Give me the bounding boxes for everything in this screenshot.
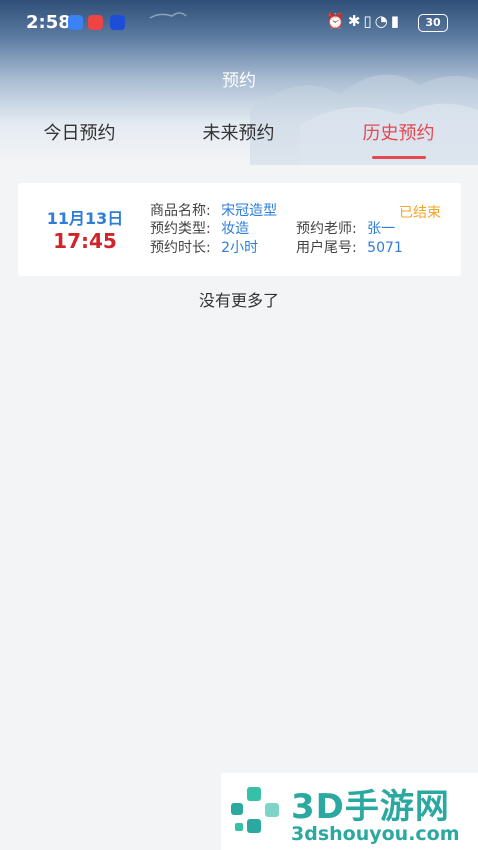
nav-app-icon (110, 15, 125, 30)
tab-history[interactable]: 历史预约 (319, 118, 478, 158)
teacher-value: 张一 (367, 221, 396, 237)
teacher-row: 预约老师: 张一 (296, 221, 395, 238)
tab-today[interactable]: 今日预约 (0, 118, 159, 158)
product-value: 宋冠造型 (221, 203, 278, 219)
type-value: 妆造 (221, 221, 250, 237)
watermark-text: 3D手游网 (291, 787, 450, 827)
status-bar: 2:58 ⏰✱▯◔▮ 30 (0, 0, 478, 46)
message-app-icon (68, 15, 83, 30)
status-time: 2:58 (26, 12, 71, 33)
teacher-label: 预约老师: (296, 221, 357, 237)
appointment-date: 11月13日 (46, 209, 124, 228)
mail-app-icon (88, 15, 103, 30)
tail-label: 用户尾号: (296, 240, 357, 256)
duration-label: 预约时长: (150, 240, 211, 256)
appointment-card[interactable]: 11月13日 17:45 商品名称: 宋冠造型 预约类型: 妆造 预约时长: 2… (18, 183, 461, 276)
tab-bar: 今日预约 未来预约 历史预约 (0, 118, 478, 158)
tail-row: 用户尾号: 5071 (296, 240, 403, 257)
type-label: 预约类型: (150, 221, 211, 237)
list-end-text: 没有更多了 (198, 291, 279, 310)
duration-row: 预约时长: 2小时 (150, 240, 258, 257)
header: 2:58 ⏰✱▯◔▮ 30 预约 今日预约 未来预约 历史预约 (0, 0, 478, 165)
appointment-time: 17:45 (53, 229, 117, 253)
product-row: 商品名称: 宋冠造型 (150, 203, 277, 220)
watermark-url: 3dshouyou.com (291, 823, 460, 845)
type-row: 预约类型: 妆造 (150, 221, 249, 238)
watermark: 3D手游网 3dshouyou.com (221, 773, 478, 850)
active-tab-indicator (372, 156, 426, 159)
battery-icon: 30 (418, 14, 448, 32)
watermark-logo (231, 787, 279, 833)
page-title: 预约 (222, 71, 256, 91)
duration-value: 2小时 (221, 240, 259, 256)
tail-value: 5071 (367, 240, 403, 256)
product-label: 商品名称: (150, 203, 211, 219)
tab-future[interactable]: 未来预约 (159, 118, 318, 158)
status-badge: 已结束 (399, 205, 441, 221)
system-status-icons: ⏰✱▯◔▮ (326, 12, 402, 30)
